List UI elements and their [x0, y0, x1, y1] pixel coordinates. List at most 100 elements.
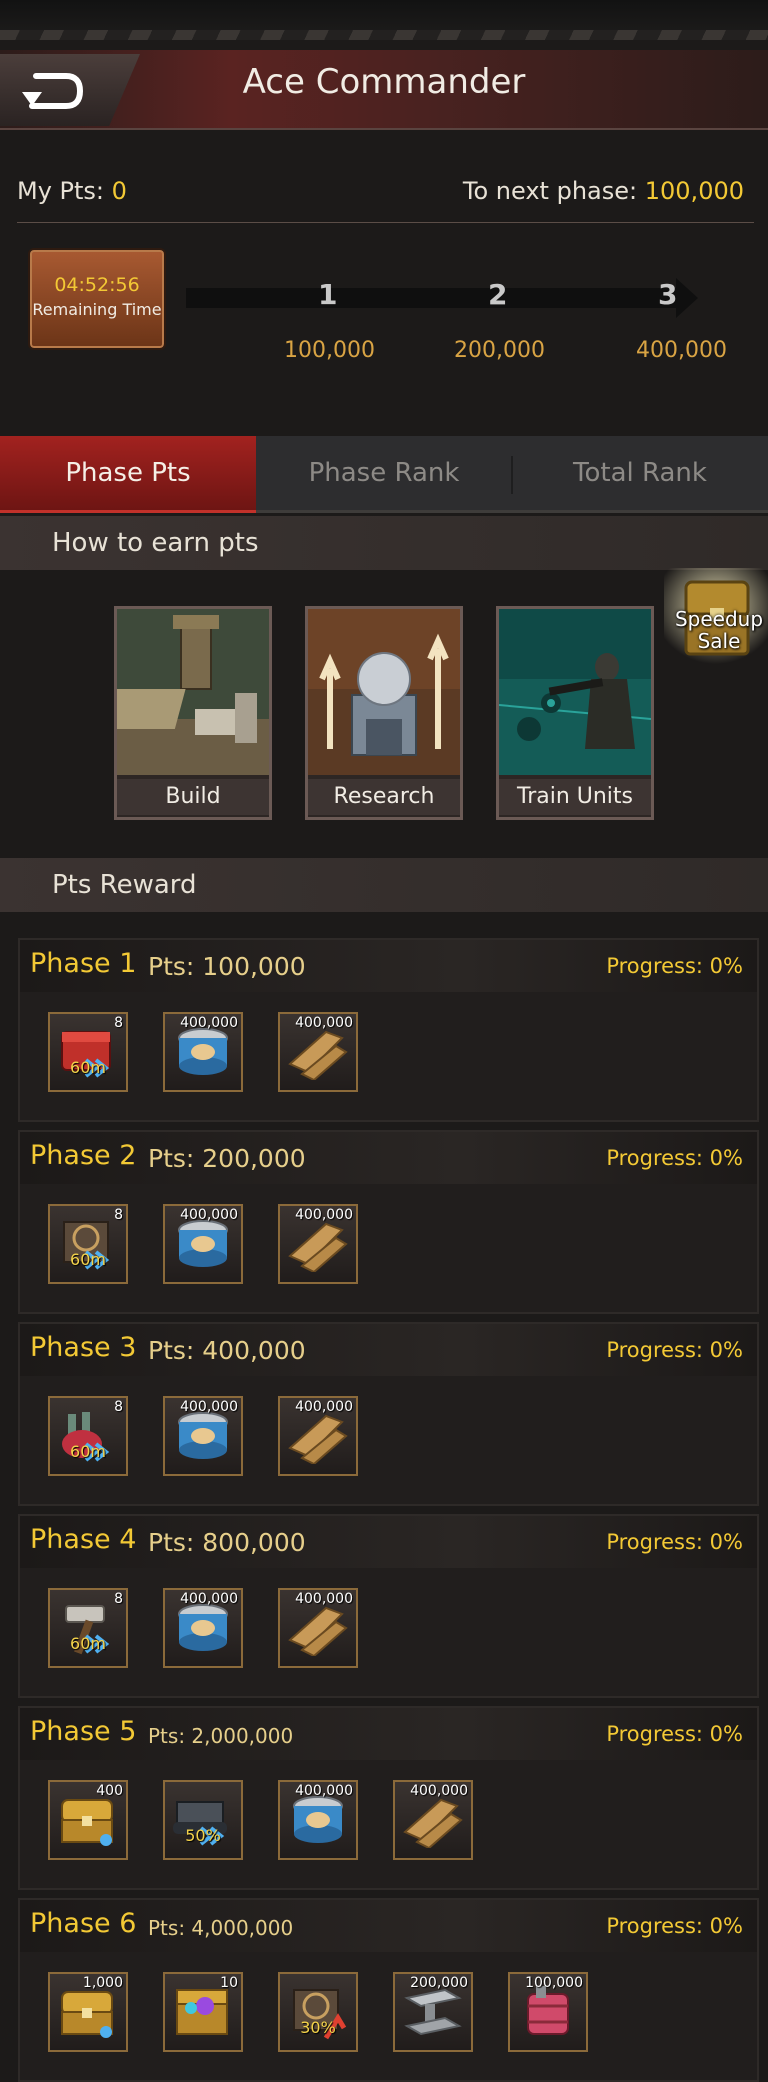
reward-overlay: 50%: [185, 1826, 221, 1845]
phase-name: Phase 2: [30, 1140, 137, 1171]
earn-card-build[interactable]: Build: [114, 606, 272, 820]
reward-item[interactable]: 400,000: [278, 1588, 358, 1668]
reward-item[interactable]: 400,000: [163, 1012, 243, 1092]
divider: [17, 222, 754, 223]
reward-item[interactable]: 1,000: [48, 1972, 128, 2052]
phase-panel-6: Phase 6 Pts: 4,000,000 Progress: 0% 1,000 10…: [18, 1898, 759, 2082]
phase-target-3: 400,000: [636, 338, 727, 363]
phase-marker-3: 3: [658, 278, 678, 311]
reward-item[interactable]: 10: [163, 1972, 243, 2052]
reward-item[interactable]: 100,000: [508, 1972, 588, 2052]
reward-qty: 8: [114, 1015, 123, 1031]
tab-total-rank[interactable]: Total Rank: [512, 436, 768, 510]
next-phase-value: 100,000: [644, 177, 744, 205]
phase-pts: Pts: 200,000: [148, 1144, 306, 1173]
reward-qty: 1,000: [82, 1975, 123, 1991]
reward-item[interactable]: 8 60m: [48, 1588, 128, 1668]
reward-overlay: 60m: [70, 1442, 106, 1461]
speedup-line1: Speedup: [674, 607, 764, 631]
next-phase: To next phase: 100,000: [463, 177, 744, 205]
tab-phase-pts[interactable]: Phase Pts: [0, 436, 256, 510]
reward-item[interactable]: 8 60m: [48, 1012, 128, 1092]
reward-qty: 8: [114, 1207, 123, 1223]
phase-name: Phase 6: [30, 1908, 137, 1939]
phase-panel-3: Phase 3 Pts: 400,000 Progress: 0% 8 60m 400,0…: [18, 1322, 759, 1506]
reward-item[interactable]: 30%: [278, 1972, 358, 2052]
reward-overlay: 60m: [70, 1250, 106, 1269]
my-pts-label: My Pts:: [17, 177, 105, 205]
reward-qty: 10: [220, 1975, 238, 1991]
phase-panel-4: Phase 4 Pts: 800,000 Progress: 0% 8 60m 400,0…: [18, 1514, 759, 1698]
earn-card-research[interactable]: Research: [305, 606, 463, 820]
reward-overlay: 30%: [300, 2018, 336, 2037]
phase-name: Phase 3: [30, 1332, 137, 1363]
track-arrow-icon: [676, 278, 698, 318]
earn-card-train-units[interactable]: Train Units: [496, 606, 654, 820]
reward-qty: 100,000: [525, 1975, 583, 1991]
reward-qty: 400,000: [180, 1015, 238, 1031]
reward-item[interactable]: 400,000: [278, 1396, 358, 1476]
speedup-line2: Sale: [697, 629, 741, 653]
earn-section-header: How to earn pts: [0, 516, 768, 570]
phase-progress: Progress: 0%: [606, 1146, 743, 1170]
tab-phase-rank[interactable]: Phase Rank: [256, 436, 512, 510]
phase-progress: Progress: 0%: [606, 954, 743, 978]
reward-qty: 8: [114, 1399, 123, 1415]
earn-card-label: Research: [308, 779, 460, 815]
reward-item[interactable]: 400,000: [278, 1780, 358, 1860]
build-art-icon: [117, 609, 269, 775]
reward-item[interactable]: 400,000: [278, 1204, 358, 1284]
reward-qty: 400: [96, 1783, 123, 1799]
reward-qty: 400,000: [180, 1207, 238, 1223]
phase-target-1: 100,000: [284, 338, 375, 363]
reward-item[interactable]: 400,000: [163, 1396, 243, 1476]
reward-section-header: Pts Reward: [0, 858, 768, 912]
phase-marker-2: 2: [488, 278, 508, 311]
phase-pts: Pts: 100,000: [148, 952, 306, 981]
reward-item[interactable]: 400: [48, 1780, 128, 1860]
page-title: Ace Commander: [242, 62, 526, 102]
earn-card-label: Train Units: [499, 779, 651, 815]
reward-qty: 400,000: [295, 1015, 353, 1031]
reward-item[interactable]: 400,000: [278, 1012, 358, 1092]
phase-progress: Progress: 0%: [606, 1338, 743, 1362]
reward-overlay: 60m: [70, 1058, 106, 1077]
top-strip: [0, 0, 768, 40]
phase-marker-1: 1: [318, 278, 338, 311]
phase-pts: Pts: 2,000,000: [148, 1724, 294, 1748]
my-pts: My Pts: 0: [17, 177, 127, 205]
phase-progress: Progress: 0%: [606, 1914, 743, 1938]
reward-item[interactable]: 200,000: [393, 1972, 473, 2052]
reward-qty: 200,000: [410, 1975, 468, 1991]
remaining-time-label: Remaining Time: [32, 300, 162, 319]
reward-qty: 400,000: [295, 1207, 353, 1223]
research-art-icon: [308, 609, 460, 775]
remaining-time-value: 04:52:56: [54, 274, 140, 296]
reward-item[interactable]: 8 60m: [48, 1396, 128, 1476]
decor-stripe: [0, 30, 768, 40]
reward-qty: 400,000: [180, 1591, 238, 1607]
phase-name: Phase 5: [30, 1716, 137, 1747]
phase-progress: Progress: 0%: [606, 1530, 743, 1554]
phase-pts: Pts: 4,000,000: [148, 1916, 294, 1940]
phase-panel-1: Phase 1 Pts: 100,000 Progress: 0% 8 60m 400,0…: [18, 938, 759, 1122]
reward-qty: 400,000: [180, 1399, 238, 1415]
next-phase-label: To next phase:: [462, 177, 638, 205]
reward-item[interactable]: 400,000: [393, 1780, 473, 1860]
reward-qty: 400,000: [295, 1399, 353, 1415]
phase-panel-2: Phase 2 Pts: 200,000 Progress: 0% 8 60m 400,0…: [18, 1130, 759, 1314]
phase-target-2: 200,000: [454, 338, 545, 363]
reward-item[interactable]: 50%: [163, 1780, 243, 1860]
phase-pts: Pts: 800,000: [148, 1528, 306, 1557]
reward-item[interactable]: 400,000: [163, 1588, 243, 1668]
phase-panel-5: Phase 5 Pts: 2,000,000 Progress: 0% 400 50% 4…: [18, 1706, 759, 1890]
remaining-time-box: 04:52:56 Remaining Time: [28, 248, 166, 350]
reward-qty: 400,000: [295, 1783, 353, 1799]
phase-name: Phase 4: [30, 1524, 137, 1555]
reward-qty: 8: [114, 1591, 123, 1607]
reward-item[interactable]: 8 60m: [48, 1204, 128, 1284]
my-pts-value: 0: [111, 177, 127, 205]
reward-item[interactable]: 400,000: [163, 1204, 243, 1284]
speedup-sale-button[interactable]: Speedup Sale: [664, 568, 768, 664]
reward-qty: 400,000: [410, 1783, 468, 1799]
